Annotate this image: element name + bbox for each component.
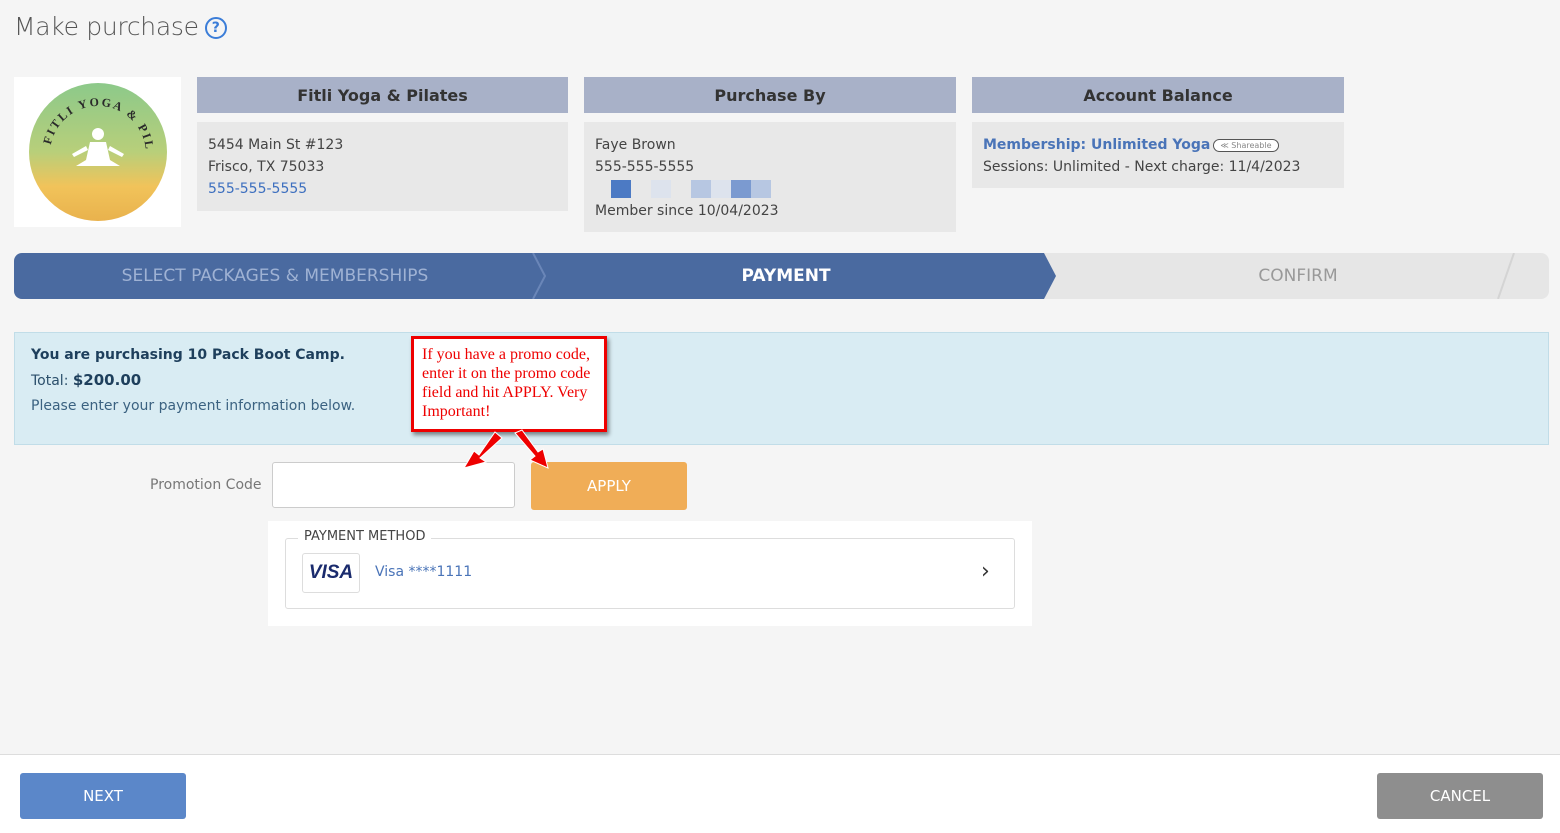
apply-button[interactable]: APPLY — [531, 462, 687, 510]
visa-logo-icon: VISA — [302, 553, 360, 593]
help-icon[interactable]: ? — [204, 16, 227, 39]
promo-callout: If you have a promo code, enter it on th… — [411, 336, 607, 432]
chevron-right-icon[interactable]: › — [981, 559, 990, 584]
card-number-text: Visa ****1111 — [375, 564, 473, 580]
purchaser-card-body: Faye Brown 555-555-5555 Member since 10/… — [584, 122, 956, 232]
account-card: Account Balance Membership: Unlimited Yo… — [972, 77, 1344, 188]
shareable-badge: ≪ Shareable — [1213, 138, 1279, 152]
studio-address-line2: Frisco, TX 75033 — [208, 159, 325, 175]
payment-method-selector[interactable]: PAYMENT METHOD VISA Visa ****1111 › — [285, 529, 1015, 609]
page-title: Make purchase — [14, 12, 199, 41]
membership-details: Sessions: Unlimited - Next charge: 11/4/… — [983, 159, 1301, 175]
purchasing-text: You are purchasing 10 Pack Boot Camp. — [31, 347, 345, 363]
footer-bar: NEXT CANCEL — [0, 754, 1560, 833]
purchase-summary: You are purchasing 10 Pack Boot Camp. To… — [14, 332, 1549, 445]
total-label: Total: — [31, 373, 73, 389]
promo-code-input[interactable] — [272, 462, 515, 508]
purchaser-member-since: Member since 10/04/2023 — [595, 203, 779, 219]
account-card-header: Account Balance — [972, 77, 1344, 113]
step-confirm: CONFIRM — [1258, 266, 1338, 286]
studio-logo-graphic: FITLI YOGA & PILATES — [28, 82, 167, 221]
purchaser-card-header: Purchase By — [584, 77, 956, 113]
account-card-body: Membership: Unlimited Yoga ≪ Shareable Se… — [972, 122, 1344, 188]
studio-logo: FITLI YOGA & PILATES — [14, 77, 181, 227]
studio-phone-link[interactable]: 555-555-5555 — [208, 178, 557, 200]
studio-card-body: 5454 Main St #123 Frisco, TX 75033 555-5… — [197, 122, 568, 211]
purchaser-name: Faye Brown — [595, 137, 676, 153]
share-icon: ≪ — [1220, 140, 1229, 150]
page-title-row: Make purchase ? — [14, 12, 227, 41]
cancel-button[interactable]: CANCEL — [1377, 773, 1543, 819]
payment-method-panel: PAYMENT METHOD VISA Visa ****1111 › — [268, 521, 1032, 626]
studio-address-line1: 5454 Main St #123 — [208, 137, 344, 153]
step-payment: PAYMENT — [741, 266, 831, 286]
membership-link[interactable]: Membership: Unlimited Yoga — [983, 137, 1210, 153]
next-button[interactable]: NEXT — [20, 773, 186, 819]
wizard-steps: SELECT PACKAGES & MEMBERSHIPS PAYMENT CO… — [14, 253, 1549, 299]
total-value: $200.00 — [72, 371, 142, 389]
purchaser-card: Purchase By Faye Brown 555-555-5555 Memb… — [584, 77, 956, 232]
payment-instruction: Please enter your payment information be… — [31, 398, 356, 414]
studio-card: Fitli Yoga & Pilates 5454 Main St #123 F… — [197, 77, 568, 211]
purchaser-phone: 555-555-5555 — [595, 159, 695, 175]
total-row: Total: $200.00 — [31, 371, 1532, 389]
payment-method-legend: PAYMENT METHOD — [298, 529, 432, 544]
purchaser-redacted-field — [595, 178, 945, 200]
promo-code-label: Promotion Code — [150, 477, 262, 493]
step-select-packages[interactable]: SELECT PACKAGES & MEMBERSHIPS — [14, 253, 536, 299]
studio-card-header: Fitli Yoga & Pilates — [197, 77, 568, 113]
shareable-badge-label: Shareable — [1231, 140, 1272, 150]
